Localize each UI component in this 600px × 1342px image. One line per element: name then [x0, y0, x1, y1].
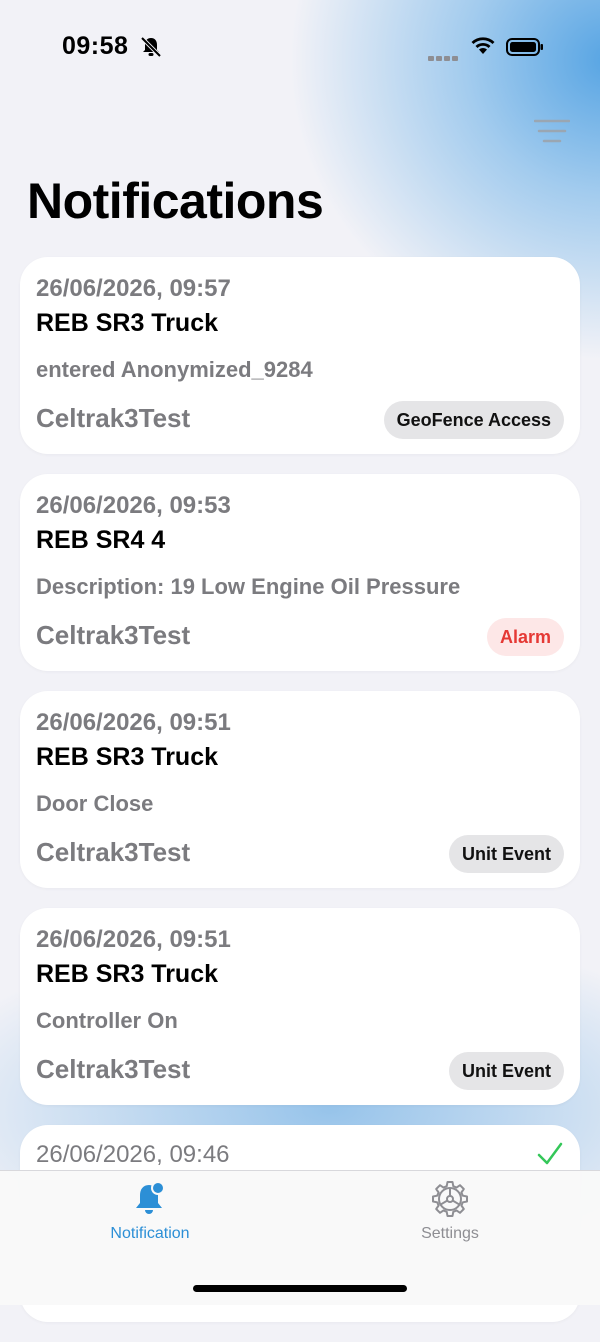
- notification-date: 26/06/2026, 09:53: [36, 492, 231, 519]
- notification-unit: REB SR4 4: [36, 526, 166, 554]
- notification-description: entered Anonymized_9284: [36, 357, 313, 382]
- notification-card[interactable]: 26/06/2026, 09:57 REB SR3 Truck entered …: [20, 257, 580, 454]
- notification-date: 26/06/2026, 09:57: [36, 275, 231, 302]
- notification-date: 26/06/2026, 09:51: [36, 926, 231, 953]
- notification-card[interactable]: 26/06/2026, 09:51 REB SR3 Truck Controll…: [20, 908, 580, 1105]
- notification-type-badge: GeoFence Access: [383, 401, 564, 439]
- status-time: 09:58: [62, 32, 129, 60]
- checkmark-icon: [537, 1142, 563, 1165]
- filter-menu-icon[interactable]: [534, 118, 570, 144]
- notification-type-badge: Unit Event: [448, 835, 564, 873]
- wifi-icon: [471, 37, 495, 54]
- notification-type-badge: Alarm: [486, 618, 564, 656]
- gear-icon: [432, 1181, 468, 1217]
- page-title: Notifications: [27, 173, 324, 229]
- bell-muted-icon: [140, 36, 162, 58]
- notification-description: Description: 19 Low Engine Oil Pressure: [36, 574, 461, 599]
- notification-card[interactable]: 26/06/2026, 09:51 REB SR3 Truck Door Clo…: [20, 691, 580, 888]
- notification-unit: REB SR3 Truck: [36, 960, 219, 988]
- cellular-signal-icon: [428, 48, 460, 66]
- notification-date: 26/06/2026, 09:51: [36, 709, 231, 736]
- notification-account: Celtrak3Test: [36, 403, 191, 433]
- notification-account: Celtrak3Test: [36, 620, 191, 650]
- tab-label: Settings: [421, 1225, 479, 1242]
- notification-type-badge: Unit Event: [448, 1052, 564, 1090]
- bell-badge-icon: [136, 1181, 165, 1214]
- notification-description: Controller On: [36, 1008, 178, 1033]
- notification-account: Celtrak3Test: [36, 1054, 191, 1084]
- tab-settings[interactable]: Settings: [350, 1179, 550, 1259]
- tab-notification[interactable]: Notification: [50, 1179, 250, 1259]
- notification-date: 26/06/2026, 09:46: [36, 1141, 230, 1168]
- notification-account: Celtrak3Test: [36, 837, 191, 867]
- status-bar: 09:58: [0, 0, 600, 96]
- tab-label: Notification: [110, 1225, 190, 1242]
- notification-unit: REB SR3 Truck: [36, 743, 219, 771]
- battery-icon: [506, 38, 543, 56]
- notification-card[interactable]: 26/06/2026, 09:53 REB SR4 4 Description:…: [20, 474, 580, 671]
- notification-description: Door Close: [36, 791, 154, 816]
- home-indicator: [193, 1285, 407, 1292]
- notification-unit: REB SR3 Truck: [36, 309, 219, 337]
